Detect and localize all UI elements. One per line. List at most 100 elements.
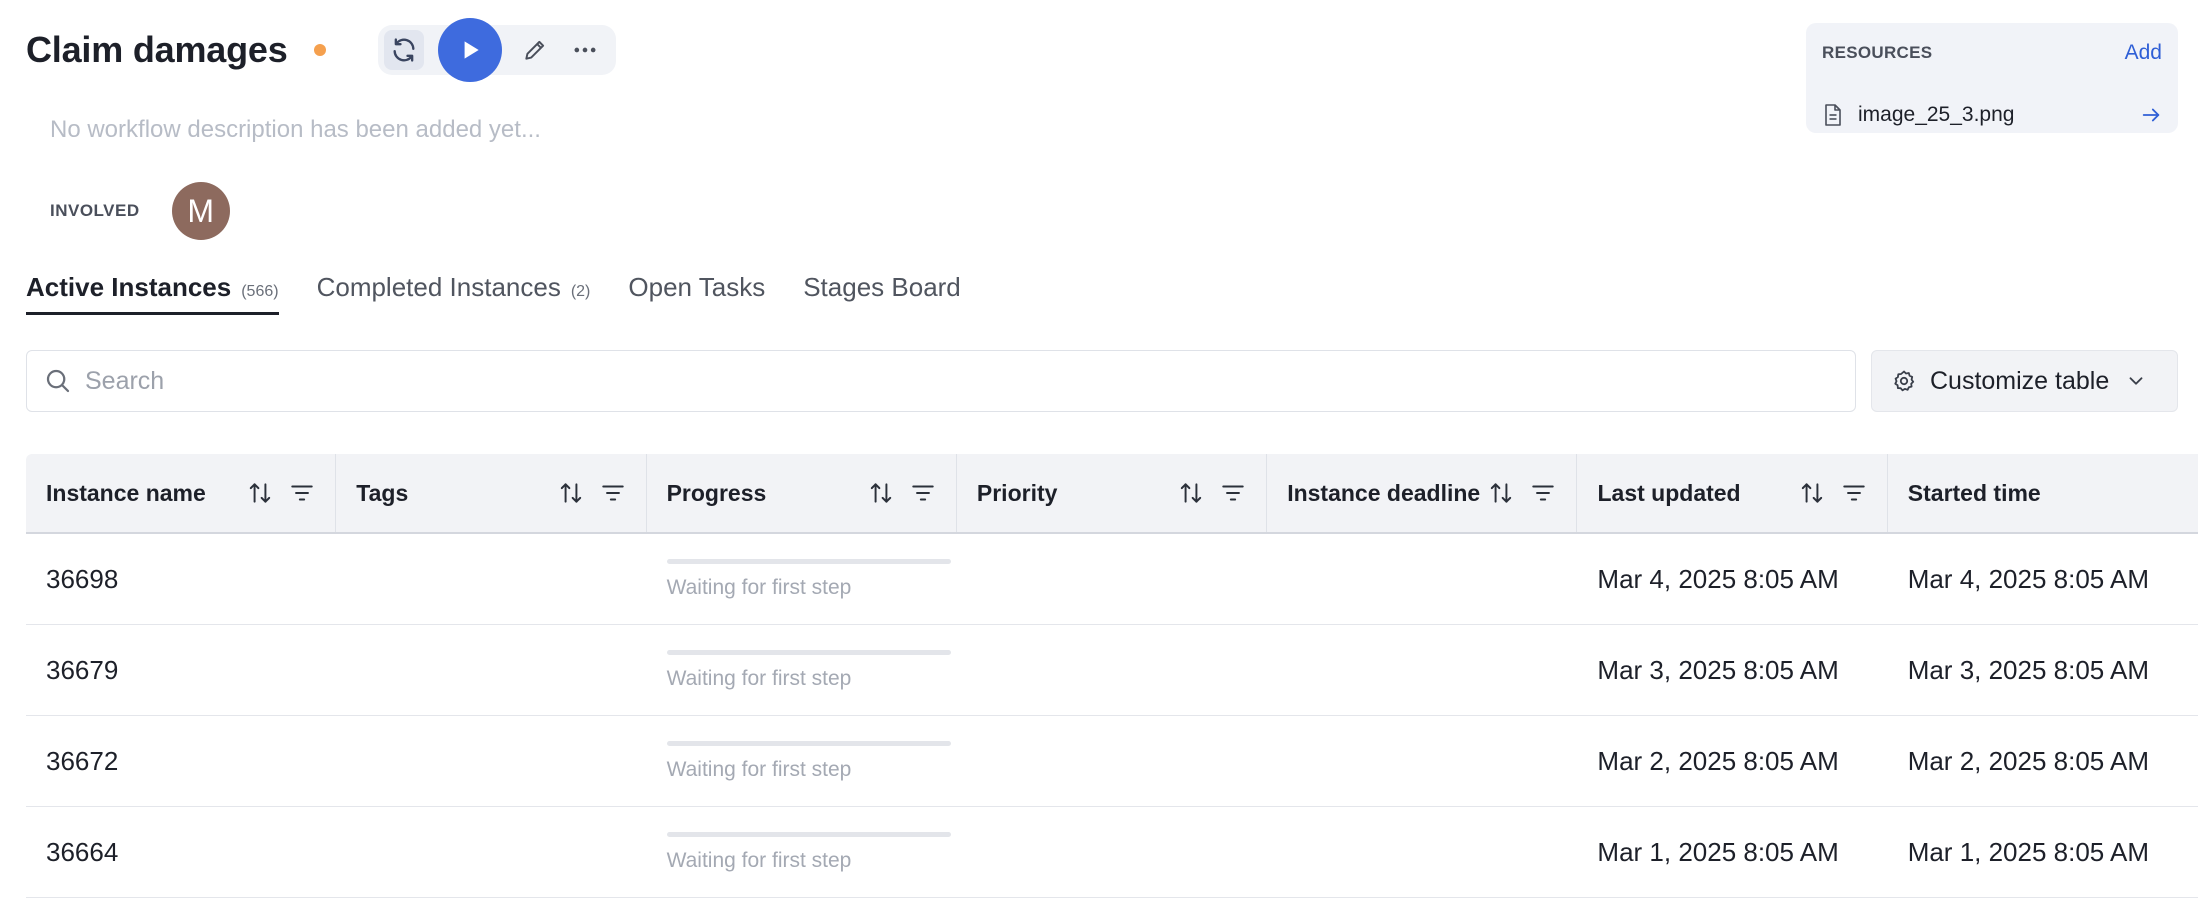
avatar[interactable]: M — [171, 182, 230, 240]
sort-icon[interactable] — [1799, 480, 1825, 506]
progress-cell: Waiting for first step — [647, 625, 957, 715]
page-title: Claim damages — [26, 29, 288, 70]
column-header-tags[interactable]: Tags — [336, 454, 647, 532]
tab-count: (2) — [570, 283, 591, 300]
last-updated-cell: Mar 3, 2025 8:05 AM — [1597, 654, 1839, 685]
tab-label: Open Tasks — [628, 272, 766, 302]
pencil-icon — [524, 40, 544, 60]
instance-name-cell: 36698 — [46, 563, 119, 594]
priority-cell — [957, 807, 1267, 897]
deadline-cell — [1267, 807, 1577, 897]
progress-status-text: Waiting for first step — [666, 666, 852, 690]
chevron-down-icon — [2125, 370, 2147, 392]
status-dot — [313, 44, 326, 56]
resource-file-item[interactable]: image_25_3.png — [1822, 103, 2162, 127]
column-actions — [247, 480, 315, 506]
progress-status-text: Waiting for first step — [666, 575, 852, 599]
instances-table: Instance name Tags Progress Priority Instanc… — [26, 454, 2198, 898]
column-actions — [1488, 480, 1556, 506]
filter-icon[interactable] — [1530, 480, 1556, 506]
tags-cell — [336, 807, 646, 897]
priority-cell — [957, 534, 1267, 624]
resources-card: RESOURCES Add image_25_3.png — [1806, 23, 2178, 133]
started-time-cell: Mar 4, 2025 8:05 AM — [1907, 563, 2150, 594]
sort-icon[interactable] — [247, 480, 273, 506]
edit-button[interactable] — [510, 25, 560, 75]
gear-icon — [1892, 369, 1916, 393]
filter-icon[interactable] — [600, 480, 626, 506]
resources-title: RESOURCES — [1822, 43, 1933, 62]
last-updated-cell: Mar 4, 2025 8:05 AM — [1597, 563, 1839, 594]
tab-stages-board[interactable]: Stages Board — [803, 272, 961, 315]
customize-table-button[interactable]: Customize table — [1871, 350, 2178, 412]
column-header-progress[interactable]: Progress — [647, 454, 957, 532]
customize-table-label: Customize table — [1930, 366, 2110, 395]
run-button[interactable] — [437, 18, 502, 82]
column-header-label: Instance name — [46, 479, 206, 506]
tab-completed-instances[interactable]: Completed Instances (2) — [317, 272, 591, 315]
column-header-label: Last updated — [1597, 479, 1741, 506]
table-row[interactable]: 36664 Waiting for first step Mar 1, 2025 8… — [26, 807, 2198, 898]
sort-icon[interactable] — [1488, 480, 1514, 506]
progress-bar — [666, 740, 951, 746]
sort-icon[interactable] — [868, 480, 894, 506]
sync-button[interactable] — [383, 30, 424, 70]
deadline-cell — [1267, 625, 1577, 715]
filter-icon[interactable] — [1220, 480, 1246, 506]
open-resource-button[interactable] — [2140, 104, 2162, 126]
search-input[interactable] — [83, 365, 1787, 397]
search-icon — [43, 366, 73, 396]
title-row: Claim damages — [26, 18, 616, 82]
tags-cell — [336, 716, 646, 806]
filter-icon[interactable] — [1841, 480, 1867, 506]
tab-label: Active Instances — [26, 272, 232, 302]
column-header-label: Instance deadline — [1287, 479, 1481, 506]
involved-section: INVOLVED M — [50, 182, 230, 240]
more-horizontal-icon — [574, 47, 596, 53]
column-actions — [868, 480, 936, 506]
progress-cell: Waiting for first step — [647, 534, 957, 624]
filter-icon[interactable] — [910, 480, 936, 506]
progress-status-text: Waiting for first step — [666, 757, 852, 781]
resources-header: RESOURCES Add — [1822, 41, 2162, 65]
column-header-instance-deadline[interactable]: Instance deadline — [1267, 454, 1578, 532]
instance-tabs: Active Instances (566) Completed Instanc… — [26, 272, 999, 315]
more-button[interactable] — [560, 25, 610, 75]
filter-icon[interactable] — [289, 480, 315, 506]
last-updated-cell: Mar 2, 2025 8:05 AM — [1597, 745, 1839, 776]
sort-icon[interactable] — [1178, 480, 1204, 506]
column-header-label: Progress — [666, 479, 767, 506]
progress-bar — [666, 831, 951, 837]
column-actions — [1799, 480, 1867, 506]
workflow-description[interactable]: No workflow description has been added y… — [50, 116, 541, 144]
add-resource-link[interactable]: Add — [2125, 41, 2162, 65]
tab-count: (566) — [241, 283, 279, 300]
started-time-cell: Mar 1, 2025 8:05 AM — [1907, 836, 2150, 867]
column-header-instance-name[interactable]: Instance name — [26, 454, 337, 532]
progress-cell: Waiting for first step — [647, 716, 957, 806]
tab-label: Stages Board — [803, 272, 961, 302]
file-icon — [1825, 104, 1841, 126]
table-body: 36698 Waiting for first step Mar 4, 2025 8… — [26, 534, 2198, 898]
progress-status-text: Waiting for first step — [666, 848, 852, 872]
workflow-toolbar — [377, 18, 616, 82]
table-row[interactable]: 36679 Waiting for first step Mar 3, 2025 8… — [26, 625, 2198, 716]
arrow-right-icon — [2142, 108, 2160, 122]
column-header-label: Priority — [976, 479, 1058, 506]
column-header-priority[interactable]: Priority — [957, 454, 1268, 532]
progress-cell: Waiting for first step — [647, 807, 957, 897]
column-header-started-time[interactable]: Started time — [1888, 454, 2198, 532]
column-header-label: Started time — [1907, 479, 2041, 506]
tab-open-tasks[interactable]: Open Tasks — [628, 272, 765, 315]
sort-icon[interactable] — [558, 480, 584, 506]
involved-label: INVOLVED — [50, 201, 140, 220]
table-header: Instance name Tags Progress Priority Instanc… — [26, 454, 2198, 534]
table-row[interactable]: 36672 Waiting for first step Mar 2, 2025 8… — [26, 716, 2198, 807]
table-row[interactable]: 36698 Waiting for first step Mar 4, 2025 8… — [26, 534, 2198, 625]
tags-cell — [336, 534, 646, 624]
tab-active-instances[interactable]: Active Instances (566) — [26, 272, 279, 315]
tab-label: Completed Instances — [316, 272, 561, 302]
last-updated-cell: Mar 1, 2025 8:05 AM — [1597, 836, 1839, 867]
column-header-last-updated[interactable]: Last updated — [1577, 454, 1888, 532]
sync-icon — [393, 38, 415, 62]
